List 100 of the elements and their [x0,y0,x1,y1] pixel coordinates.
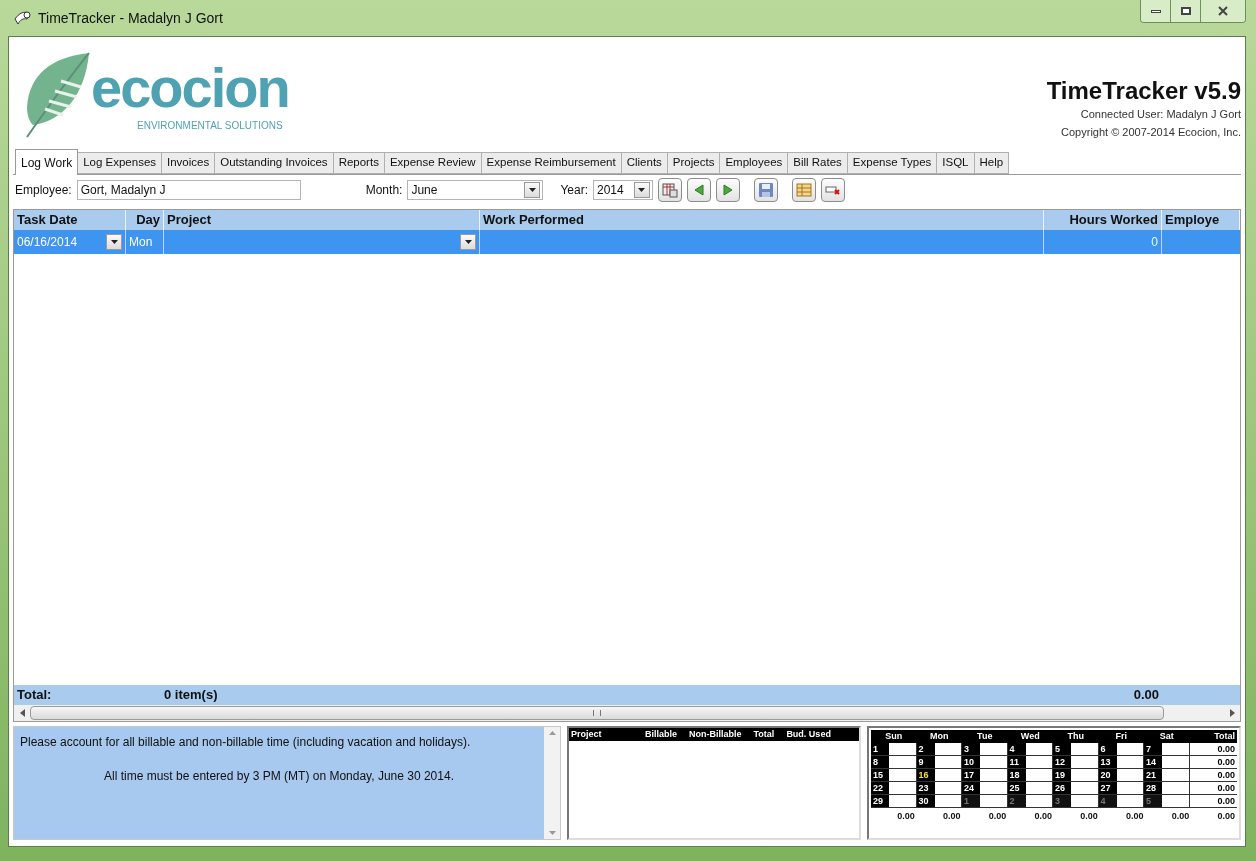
vertical-scrollbar[interactable] [544,727,560,839]
tab[interactable]: Projects [667,152,721,174]
calendar-hours-cell[interactable] [1071,743,1099,755]
caret-icon [528,188,536,192]
week-total: 0.00 [1189,769,1237,781]
calendar-day-number[interactable]: 1 [962,795,980,807]
calendar-hours-cell[interactable] [889,769,917,781]
calendar-hours-cell[interactable] [1025,743,1053,755]
employee-field[interactable]: Gort, Madalyn J [76,180,301,200]
calendar-hours-cell[interactable] [934,769,962,781]
next-button[interactable] [716,178,740,202]
calendar-day-number[interactable]: 5 [1144,795,1162,807]
tab[interactable]: Expense Types [847,152,938,174]
column-total: 0.00 [1124,810,1145,823]
month-dropdown[interactable]: June [407,180,544,200]
calendar-hours-cell[interactable] [889,743,917,755]
weekday-header: Fri [1114,730,1128,743]
logo-wordmark: ecocion [91,57,289,118]
delete-row-icon [825,184,841,196]
calendar-hours-cell[interactable] [1071,795,1099,807]
calendar-hours-cell[interactable] [1162,769,1190,781]
weekday-header: Tue [976,730,994,743]
calendar-hours-cell[interactable] [889,756,917,768]
calendar-hours-cell[interactable] [1071,782,1099,794]
calendar-hours-cell[interactable] [889,795,917,807]
calendar-hours-cell[interactable] [980,769,1008,781]
weekday-header: Sun [884,730,904,743]
calendar-hours-cell[interactable] [1025,756,1053,768]
tab[interactable]: Outstanding Invoices [215,152,334,174]
previous-button[interactable] [687,178,711,202]
column-total: 0.00 [987,810,1008,823]
scroll-left-icon [19,709,25,717]
calendar-hours-cell[interactable] [934,795,962,807]
calendar-grid-button[interactable] [658,178,682,202]
delete-row-button[interactable] [821,178,845,202]
scrollbar-thumb[interactable] [30,706,1164,720]
calendar-hours-cell[interactable] [1025,782,1053,794]
calendar-day-number[interactable]: 3 [1053,795,1071,807]
calendar-hours-cell[interactable] [980,743,1008,755]
horizontal-scrollbar[interactable] [14,705,1240,721]
calendar-hours-cell[interactable] [1116,795,1144,807]
app-title: TimeTracker v5.9 [1046,77,1241,105]
summary-column-header: Bud. Used [786,728,831,741]
calendar-hours-cell[interactable] [1025,769,1053,781]
scroll-right-icon [1229,709,1235,717]
calendar-hours-cell[interactable] [1116,782,1144,794]
calendar-hours-cell[interactable] [980,782,1008,794]
tab[interactable]: Employees [720,152,789,174]
caret-icon [110,240,118,244]
tab[interactable]: Reports [333,152,385,174]
table-cell: Mon [126,230,164,254]
calendar-hours-cell[interactable] [889,782,917,794]
tab[interactable]: ISQL [937,152,975,174]
employee-label: Employee: [15,182,72,199]
calendar-hours-cell[interactable] [980,795,1008,807]
calendar-hours-cell[interactable] [1025,795,1053,807]
maximize-button[interactable] [1171,0,1201,22]
calendar-hours-cell[interactable] [1162,782,1190,794]
tab[interactable]: Invoices [162,152,216,174]
calendar-hours-cell[interactable] [1071,756,1099,768]
calendar-hours-cell[interactable] [934,782,962,794]
calendar-hours-cell[interactable] [1116,743,1144,755]
calendar-hours-cell[interactable] [934,756,962,768]
save-button[interactable] [754,178,778,202]
calendar-hours-cell[interactable] [934,743,962,755]
calendar-hours-cell[interactable] [1071,769,1099,781]
dropdown-button[interactable] [106,234,122,250]
total-count: 0 item(s) [164,686,219,705]
table-button[interactable] [792,178,816,202]
column-total: 0.00 [1033,810,1053,823]
tab[interactable]: Log Expenses [78,152,163,174]
caret-icon [464,240,472,244]
calendar-hours-cell[interactable] [1162,756,1190,768]
calendar-hours-cell[interactable] [1116,769,1144,781]
column-total: 0.00 [896,810,916,823]
tab[interactable]: Help [974,152,1010,174]
right-arrow-icon [722,184,734,196]
year-dropdown[interactable]: 2014 [593,180,653,200]
year-label: Year: [560,182,588,199]
scroll-up-icon [548,731,556,735]
dropdown-button[interactable] [524,182,541,198]
tab[interactable]: Log Work [15,149,79,175]
calendar-hours-cell[interactable] [1116,756,1144,768]
tab[interactable]: Clients [621,152,668,174]
caret-icon [638,188,646,192]
calendar-hours-cell[interactable] [980,756,1008,768]
calendar-hours-cell[interactable] [1162,795,1190,807]
calendar-hours-cell[interactable] [1162,743,1190,755]
dropdown-button[interactable] [634,182,650,198]
tab[interactable]: Expense Reimbursement [481,152,622,174]
left-arrow-icon [693,184,705,196]
tab[interactable]: Bill Rates [788,152,848,174]
dropdown-button[interactable] [460,234,476,250]
column-total: 0.00 [1216,810,1236,823]
close-button[interactable] [1201,0,1245,22]
minimize-button[interactable] [1141,0,1171,22]
week-total: 0.00 [1189,795,1237,807]
window-title: TimeTracker - Madalyn J Gort [38,8,223,28]
tab[interactable]: Expense Review [384,152,482,174]
note-text: All time must be entered by 3 PM (MT) on Monday, June 30 2014. [104,768,454,785]
